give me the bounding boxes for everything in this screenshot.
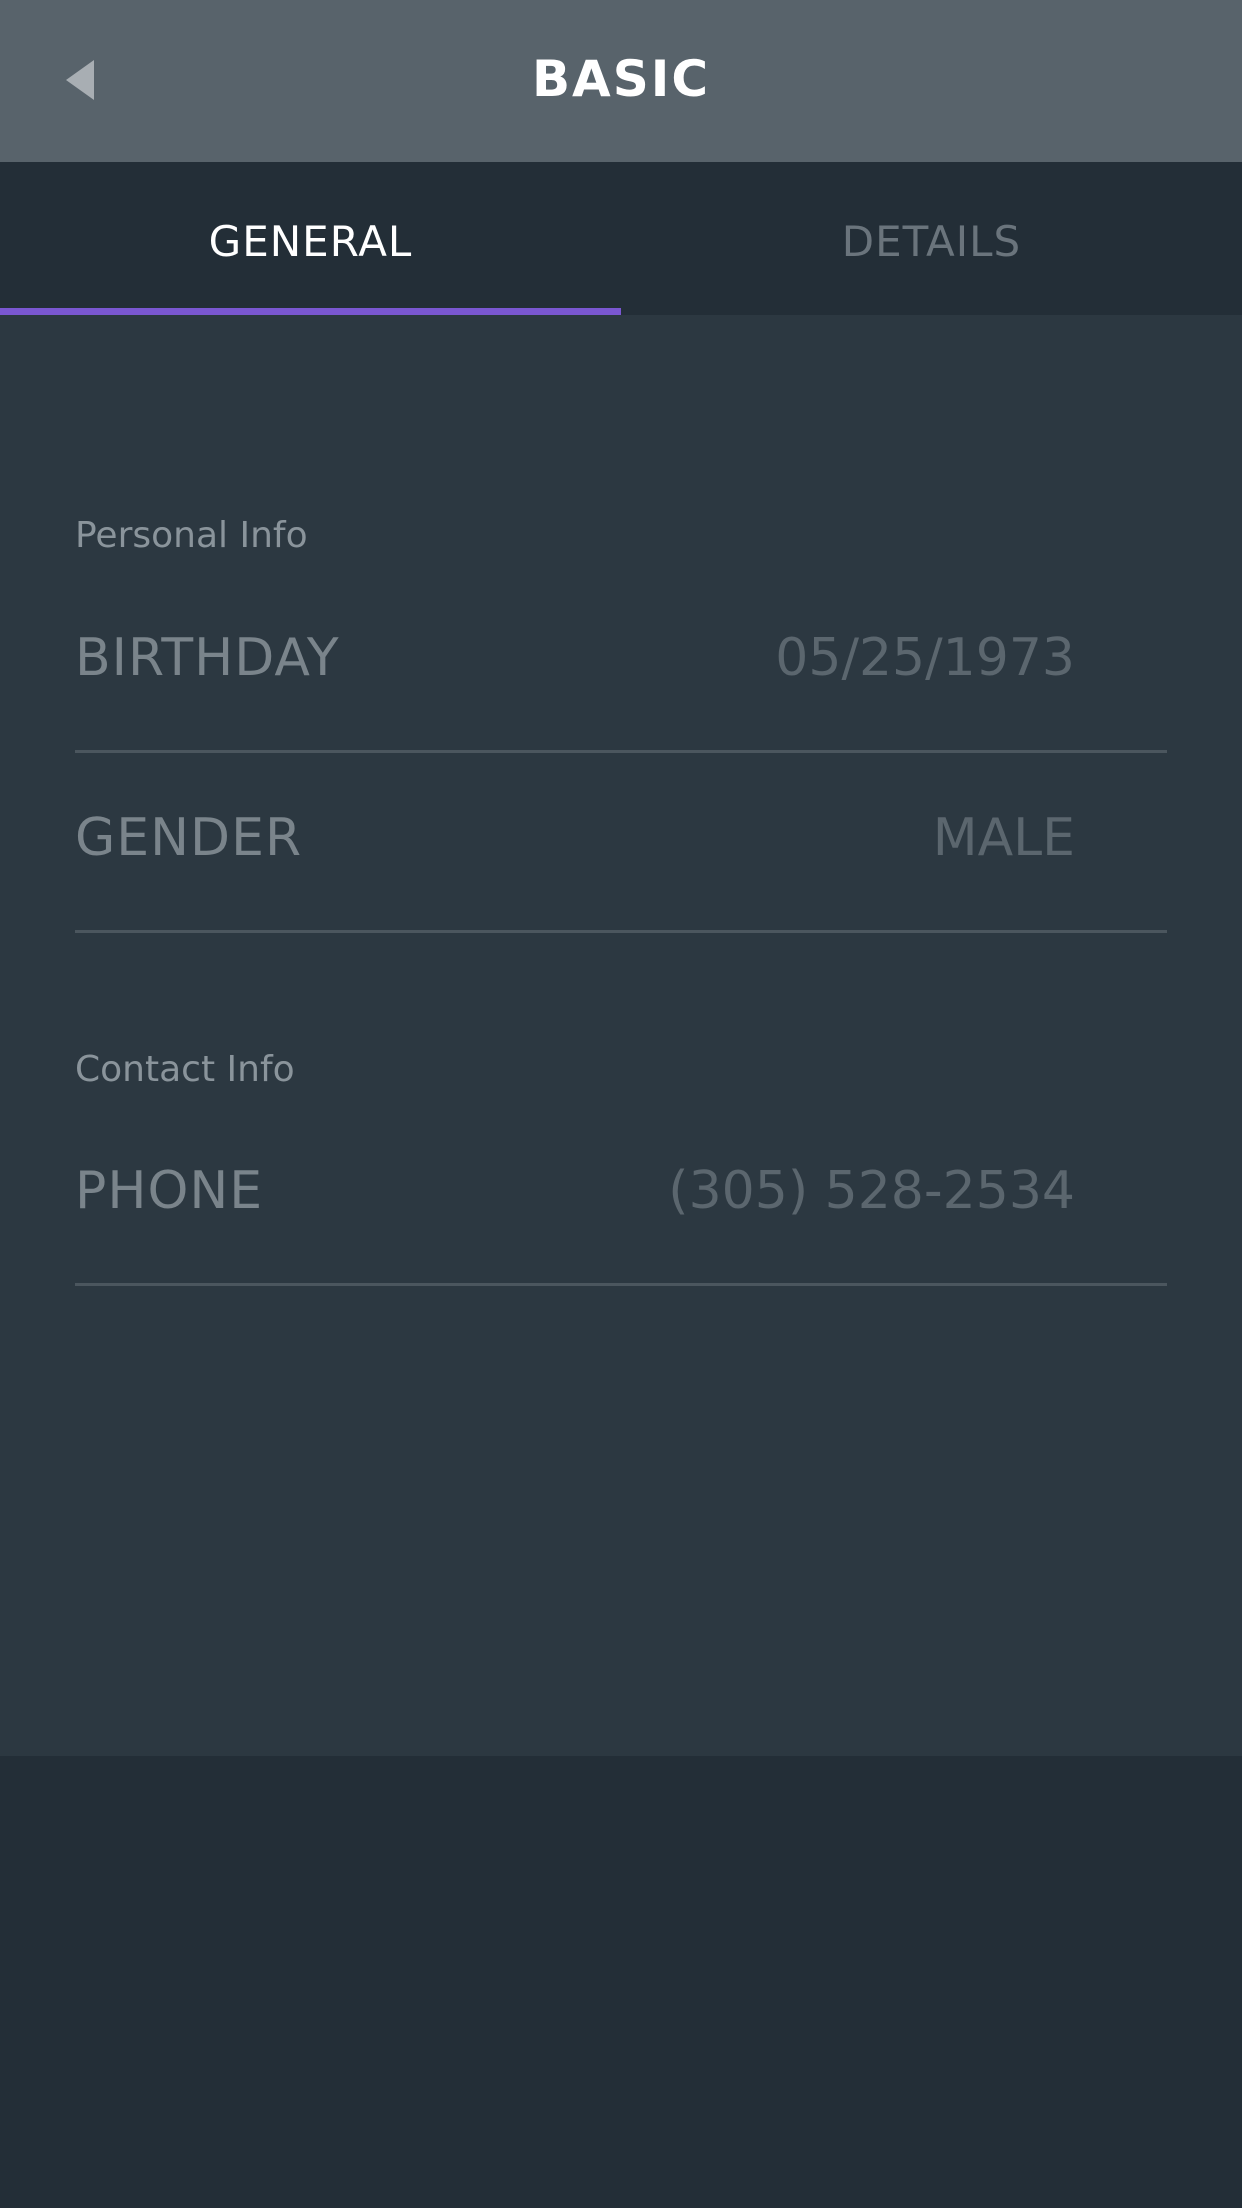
page-title: BASIC <box>531 50 711 108</box>
top-app-bar: BASIC <box>0 0 1242 162</box>
row-birthday[interactable]: BIRTHDAY 05/25/1973 <box>75 573 1167 753</box>
section-label-contact-info: Contact Info <box>75 1049 295 1090</box>
row-gender[interactable]: GENDER MALE <box>75 753 1167 933</box>
bottom-empty-area <box>0 1756 1242 2208</box>
row-label-phone: PHONE <box>75 1161 264 1221</box>
row-label-gender: GENDER <box>75 808 303 868</box>
section-label-personal-info: Personal Info <box>75 515 308 556</box>
row-value-birthday: 05/25/1973 <box>775 628 1075 688</box>
tab-general[interactable]: GENERAL <box>0 162 621 315</box>
content-area: Personal Info BIRTHDAY 05/25/1973 GENDER… <box>0 315 1242 1756</box>
tab-bar: GENERAL DETAILS <box>0 162 1242 315</box>
row-phone[interactable]: PHONE (305) 528-2534 <box>75 1106 1167 1286</box>
row-value-gender: MALE <box>932 808 1075 868</box>
row-label-birthday: BIRTHDAY <box>75 628 340 688</box>
tab-details[interactable]: DETAILS <box>621 162 1242 315</box>
row-value-phone: (305) 528-2534 <box>668 1161 1075 1221</box>
active-tab-indicator <box>0 308 621 315</box>
